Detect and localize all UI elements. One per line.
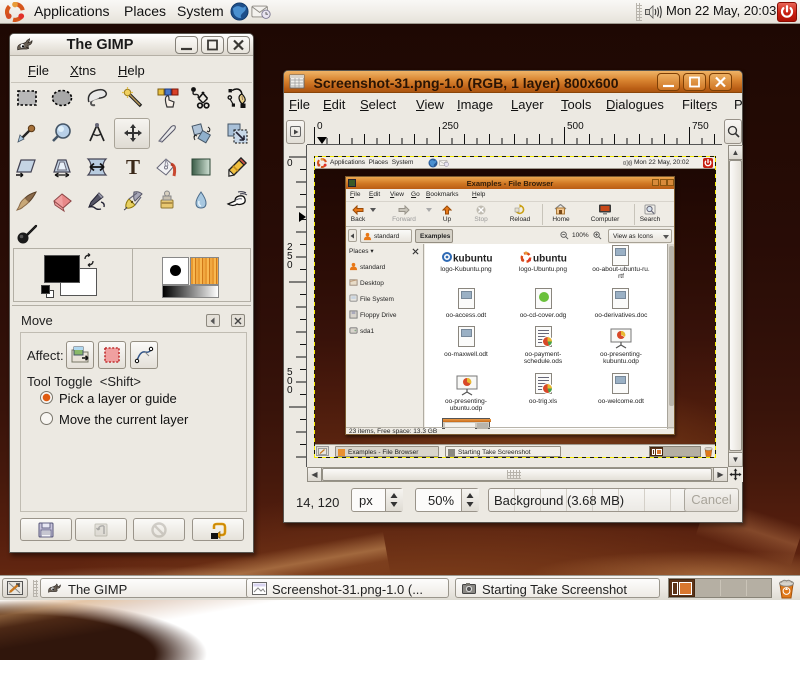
svg-text:0: 0 (317, 121, 323, 132)
svg-text:ubuntu: ubuntu (533, 254, 567, 265)
svg-text:0: 0 (287, 385, 293, 396)
svg-text:750: 750 (692, 121, 709, 132)
svg-text:0: 0 (287, 158, 293, 169)
svg-text:250: 250 (442, 121, 459, 132)
svg-text:kubuntu: kubuntu (453, 254, 492, 265)
svg-text:T: T (126, 155, 140, 179)
svg-text:0: 0 (287, 260, 293, 271)
svg-text:500: 500 (567, 121, 584, 132)
